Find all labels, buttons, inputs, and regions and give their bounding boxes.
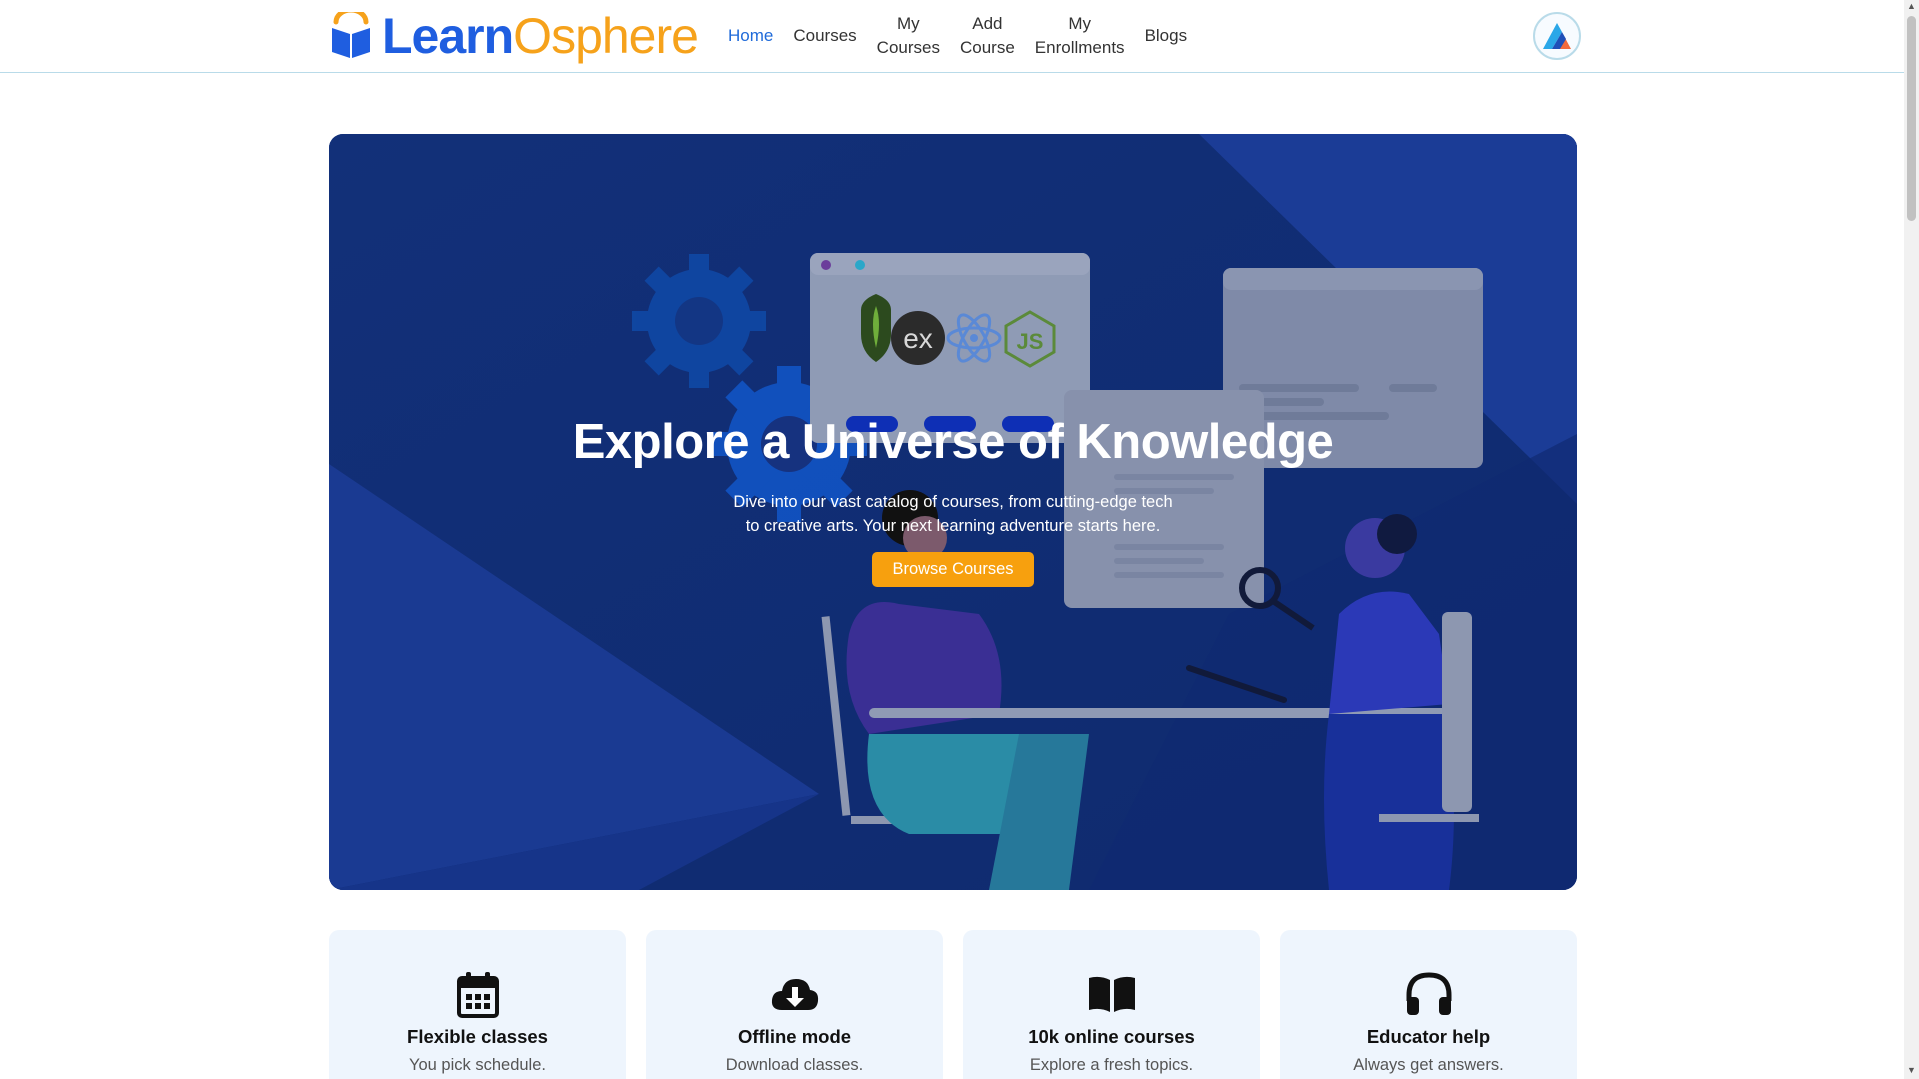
nav-courses-label: Courses (793, 26, 857, 45)
feature-card-online-courses: 10k online courses Explore a fresh topic… (963, 930, 1260, 1079)
feature-title: Flexible classes (407, 1026, 548, 1047)
nav-my-courses-line2: Courses (876, 38, 940, 57)
feature-title: Offline mode (737, 1026, 852, 1047)
feature-title: 10k online courses (1028, 1026, 1195, 1047)
feature-title: Educator help (1366, 1026, 1491, 1047)
brand-name: LearnOsphere (382, 8, 699, 64)
nav-home-label: Home (728, 26, 774, 45)
page-scrollbar[interactable]: ▲ ▼ (1904, 0, 1919, 1079)
hero-banner: ex JS Explore a Universe of Knowledge Di… (329, 134, 1577, 890)
cloud-download-icon (646, 970, 943, 1018)
nav-my-enrollments-line2: Enrollments (1034, 38, 1125, 57)
feature-card-educator-help: Educator help Always get answers. (1280, 930, 1577, 1079)
express-badge-label: ex (903, 323, 933, 354)
js-badge-label: JS (1017, 329, 1044, 354)
scrollbar-thumb[interactable] (1907, 16, 1916, 221)
features-section: Flexible classes You pick schedule. Offl… (329, 930, 1577, 1079)
nav-my-enrollments[interactable]: My Enrollments (1025, 12, 1135, 60)
nav-blogs-label: Blogs (1144, 26, 1188, 45)
brand-logo[interactable]: LearnOsphere (330, 8, 699, 64)
user-avatar-logo-icon (1543, 23, 1571, 49)
brand-name-learn: Learn (382, 8, 514, 64)
scroll-up-arrow-icon[interactable]: ▲ (1907, 2, 1916, 11)
nav-add-course[interactable]: Add Course (950, 12, 1025, 60)
nav-home[interactable]: Home (718, 24, 783, 48)
hero-subtitle: Dive into our vast catalog of courses, f… (733, 493, 1173, 535)
headphones-icon (1280, 970, 1577, 1018)
nav-my-courses-line1: My (896, 14, 920, 33)
nav-my-enrollments-line1: My (1068, 14, 1092, 33)
nav-add-course-line1: Add (972, 14, 1003, 33)
browse-courses-button[interactable]: Browse Courses (872, 552, 1034, 587)
book-logo-icon (332, 12, 370, 58)
nav-my-courses[interactable]: My Courses (867, 12, 950, 60)
brand-name-sphere: Osphere (513, 8, 699, 64)
feature-card-offline-mode: Offline mode Download classes. (646, 930, 943, 1079)
scroll-down-arrow-icon[interactable]: ▼ (1907, 1066, 1916, 1075)
nav-add-course-line2: Course (959, 38, 1015, 57)
feature-desc: Always get answers. (1353, 1056, 1504, 1074)
nav-courses[interactable]: Courses (783, 24, 866, 48)
page: LearnOsphere Home Courses My Courses Add C… (0, 0, 1919, 1079)
book-open-icon (963, 970, 1260, 1018)
hero-content: Explore a Universe of Knowledge Dive int… (329, 414, 1577, 587)
site-header: LearnOsphere Home Courses My Courses Add C… (0, 0, 1904, 73)
user-avatar[interactable] (1533, 12, 1581, 60)
feature-card-flexible-classes: Flexible classes You pick schedule. (329, 930, 626, 1079)
main-nav: Home Courses My Courses Add Course My Enrol… (718, 12, 1197, 60)
feature-desc: Download classes. (725, 1056, 864, 1074)
hero-title: Explore a Universe of Knowledge (572, 415, 1334, 469)
calendar-icon (329, 970, 626, 1018)
feature-desc: You pick schedule. (409, 1056, 546, 1074)
nav-blogs[interactable]: Blogs (1135, 24, 1198, 48)
feature-desc: Explore a fresh topics. (1029, 1056, 1194, 1074)
